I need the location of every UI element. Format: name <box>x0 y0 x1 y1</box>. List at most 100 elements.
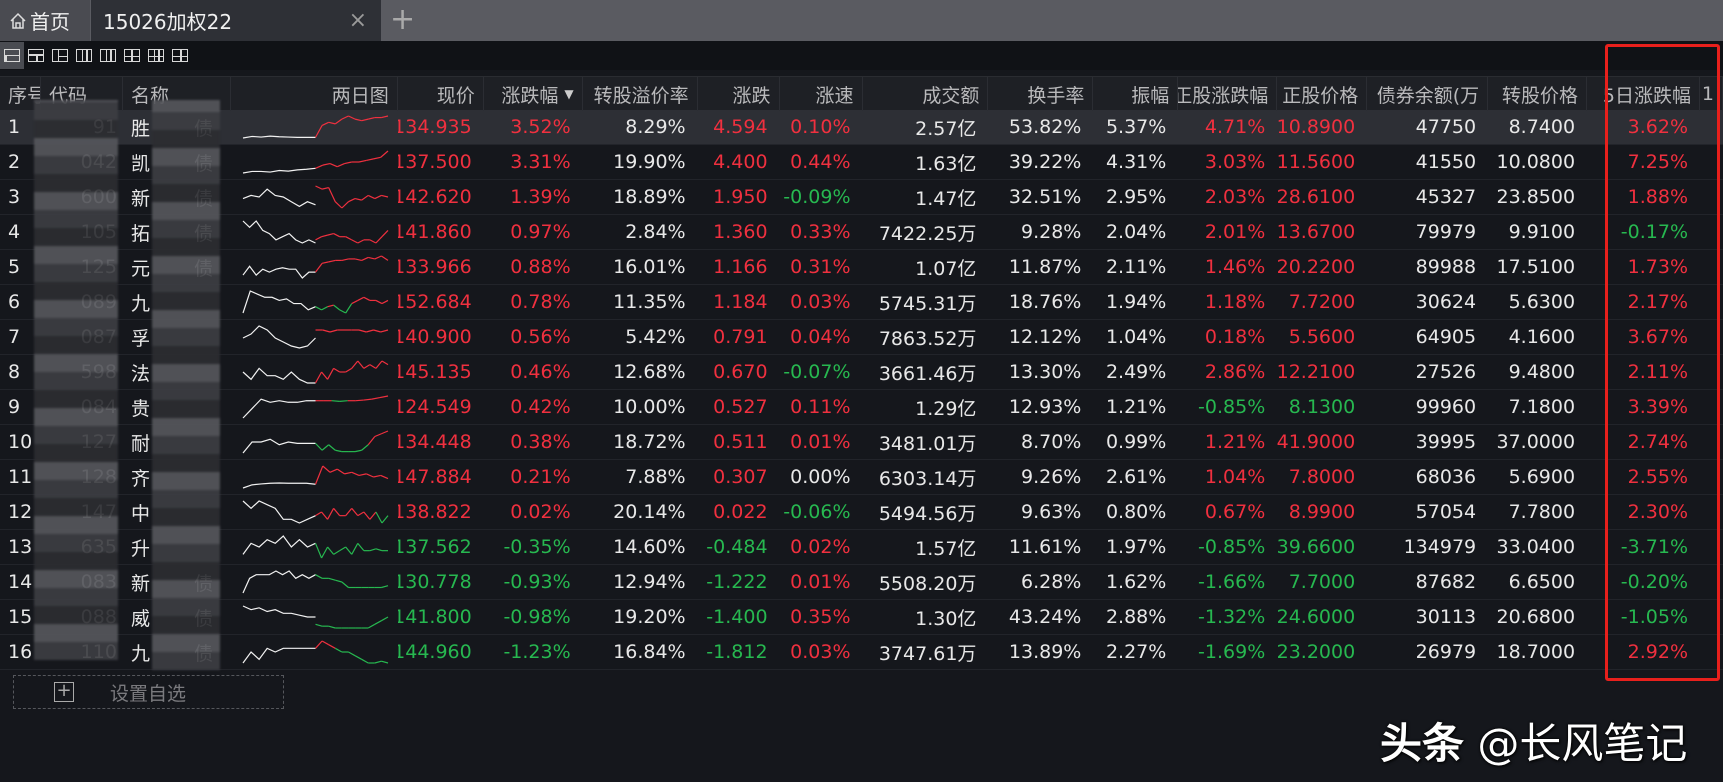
layout-button-4[interactable] <box>72 42 96 69</box>
column-header-stock-price[interactable]: 正股价格 <box>1277 77 1368 111</box>
table-row[interactable]: 4105拓债141.8600.97%2.84%1.3600.33%7422.25… <box>0 215 1723 250</box>
cell-turnover: 1.63亿 <box>915 152 977 175</box>
layout-grid-icon <box>124 49 140 62</box>
table-row[interactable]: 10127耐134.4480.38%18.72%0.5110.01%3481.0… <box>0 425 1723 460</box>
cell-turnover: 3661.46万 <box>878 362 977 385</box>
table-row[interactable]: 6089九152.6840.78%11.35%1.1840.03%5745.31… <box>0 285 1723 320</box>
cell-turnover-rate: 43.24% <box>1008 606 1082 628</box>
cell-premium-rate: 19.90% <box>613 151 686 173</box>
cell-extra <box>1700 635 1723 669</box>
table-row[interactable]: 191胜债134.9353.52%8.29%4.5940.10%2.57亿53.… <box>0 110 1723 145</box>
cell-turnover: 1.57亿 <box>915 537 977 560</box>
column-header-five-day-change[interactable]: 5日涨跌幅 <box>1587 77 1700 111</box>
table-row[interactable]: 15088威债141.800-0.98%19.20%-1.4000.35%1.3… <box>0 600 1723 635</box>
column-header-two-day-chart[interactable]: 两日图 <box>231 77 398 111</box>
cell-change-pct: -0.93% <box>503 571 571 593</box>
column-header-speed[interactable]: 涨速 <box>780 77 863 111</box>
tab-home[interactable]: 首页 <box>0 0 90 41</box>
sparkline-day2-segment <box>334 201 343 209</box>
column-header-turnover[interactable]: 成交额 <box>863 77 989 111</box>
sparkline-day2-segment <box>320 546 328 559</box>
column-header-conversion-price[interactable]: 转股价格 <box>1488 77 1588 111</box>
sparkline-day2-segment <box>373 329 381 333</box>
table-row[interactable]: 11128齐147.8840.21%7.88%0.3070.00%6303.14… <box>0 460 1723 495</box>
column-header-label: 债券余额(万 <box>1376 84 1480 107</box>
column-header-change[interactable]: 涨跌 <box>698 77 780 111</box>
sparkline-day2-segment <box>375 548 383 552</box>
table-row[interactable]: 5125元债133.9660.88%16.01%1.1660.31%1.07亿1… <box>0 250 1723 285</box>
layout-button-2[interactable] <box>24 42 48 69</box>
table-row[interactable]: 14083新债130.778-0.93%12.94%-1.2220.01%550… <box>0 565 1723 600</box>
layout-button-5[interactable] <box>96 42 120 69</box>
name-head: 齐 <box>130 467 150 490</box>
cell-premium-rate: 2.84% <box>625 221 686 243</box>
column-header-premium-rate[interactable]: 转股溢价率 <box>583 77 698 111</box>
column-header-bond-balance[interactable]: 债券余额(万 <box>1367 77 1489 111</box>
cell-turnover-rate: 6.28% <box>1021 571 1082 593</box>
layout-button-3[interactable] <box>48 42 72 69</box>
cell-amplitude: 2.04% <box>1105 221 1167 243</box>
sparkline-day2-segment <box>341 201 349 209</box>
sparkline-day2-segment <box>374 255 382 260</box>
sparkline-day2-segment <box>361 256 369 261</box>
table-row[interactable]: 8598法145.1350.46%12.68%0.670-0.07%3661.4… <box>0 355 1723 390</box>
tab-home-label: 首页 <box>30 10 70 34</box>
sparkline-day2-segment <box>381 430 389 435</box>
cell-change: -1.812 <box>706 641 768 663</box>
sparkline-day2-segment <box>341 258 349 261</box>
cell-stock-price: 7.7200 <box>1288 291 1356 313</box>
cell-change: 0.670 <box>713 361 768 383</box>
table-row[interactable]: 13635升137.562-0.35%14.60%-0.4840.02%1.57… <box>0 530 1723 565</box>
blur-mask-code <box>34 100 118 660</box>
tab-15026[interactable]: 15026加权22 × <box>91 0 381 41</box>
cell-change-pct: -0.35% <box>503 536 571 558</box>
table-row[interactable]: 12147中138.8220.02%20.14%0.022-0.06%5494.… <box>0 495 1723 530</box>
column-header-turnover-rate[interactable]: 换手率 <box>988 77 1094 111</box>
table-row[interactable]: 2042凯债137.5003.31%19.90%4.4000.44%1.63亿3… <box>0 145 1723 180</box>
cell-stock-change-pct: -0.85% <box>1198 536 1266 558</box>
layout-button-8[interactable] <box>168 42 192 69</box>
sparkline-day2-segment <box>358 329 367 333</box>
layout-button-6[interactable] <box>120 42 144 69</box>
sparkline-day1 <box>242 188 316 208</box>
table-row[interactable]: 16110九债144.960-1.23%16.84%-1.8120.03%374… <box>0 635 1723 670</box>
cell-bond-balance: 89988 <box>1415 256 1477 278</box>
layout-button-1[interactable] <box>0 42 24 69</box>
table-row[interactable]: 7087孚140.9000.56%5.42%0.7910.04%7863.52万… <box>0 320 1723 355</box>
table-row[interactable]: 9084贵124.5490.42%10.00%0.5270.11%1.29亿12… <box>0 390 1723 425</box>
column-header-change-pct[interactable]: 涨跌幅 ▼ <box>484 77 583 111</box>
cell-price: 140.900 <box>397 326 472 348</box>
cell-turnover: 1.07亿 <box>915 257 977 280</box>
sparkline-day2-segment <box>381 585 389 589</box>
close-icon[interactable]: × <box>349 8 367 33</box>
table-row[interactable]: 3600新债142.6201.39%18.89%1.950-0.09%1.47亿… <box>0 180 1723 215</box>
column-header-price[interactable]: 现价 <box>398 77 484 111</box>
layout-button-7[interactable] <box>144 42 168 69</box>
column-header-stock-change-pct[interactable]: 正股涨跌幅 <box>1178 77 1278 111</box>
cell-price: 133.966 <box>397 256 472 278</box>
add-tab-button[interactable]: + <box>390 2 415 37</box>
cell-change: -1.400 <box>706 606 768 628</box>
sparkline-day1 <box>242 535 316 555</box>
cell-bond-balance: 99960 <box>1415 396 1477 418</box>
sparkline-day2-segment <box>322 162 331 166</box>
tab-label: 15026加权22 <box>103 10 233 34</box>
column-header-label: 5日涨跌幅 <box>1602 84 1691 107</box>
name-head: 升 <box>130 537 150 560</box>
cell-stock-price: 20.2200 <box>1277 256 1356 278</box>
cell-bond-balance: 27526 <box>1415 361 1477 383</box>
cell-extra <box>1700 530 1723 564</box>
cell-speed: -0.09% <box>783 186 851 208</box>
name-head: 胜 <box>130 117 150 140</box>
cell-extra <box>1700 180 1723 214</box>
sparkline-day2-segment <box>374 433 382 438</box>
cell-stock-price: 13.6700 <box>1277 221 1356 243</box>
name-head: 中 <box>130 502 150 525</box>
add-watchlist-button[interactable]: + 设置自选 <box>13 675 284 709</box>
column-header-extra[interactable]: 1 <box>1700 77 1723 111</box>
cell-amplitude: 0.80% <box>1105 501 1167 523</box>
name-head: 元 <box>130 257 150 280</box>
sparkline-day2-segment <box>336 163 345 168</box>
name-head: 威 <box>130 607 150 630</box>
column-header-amplitude[interactable]: 振幅 <box>1093 77 1179 111</box>
